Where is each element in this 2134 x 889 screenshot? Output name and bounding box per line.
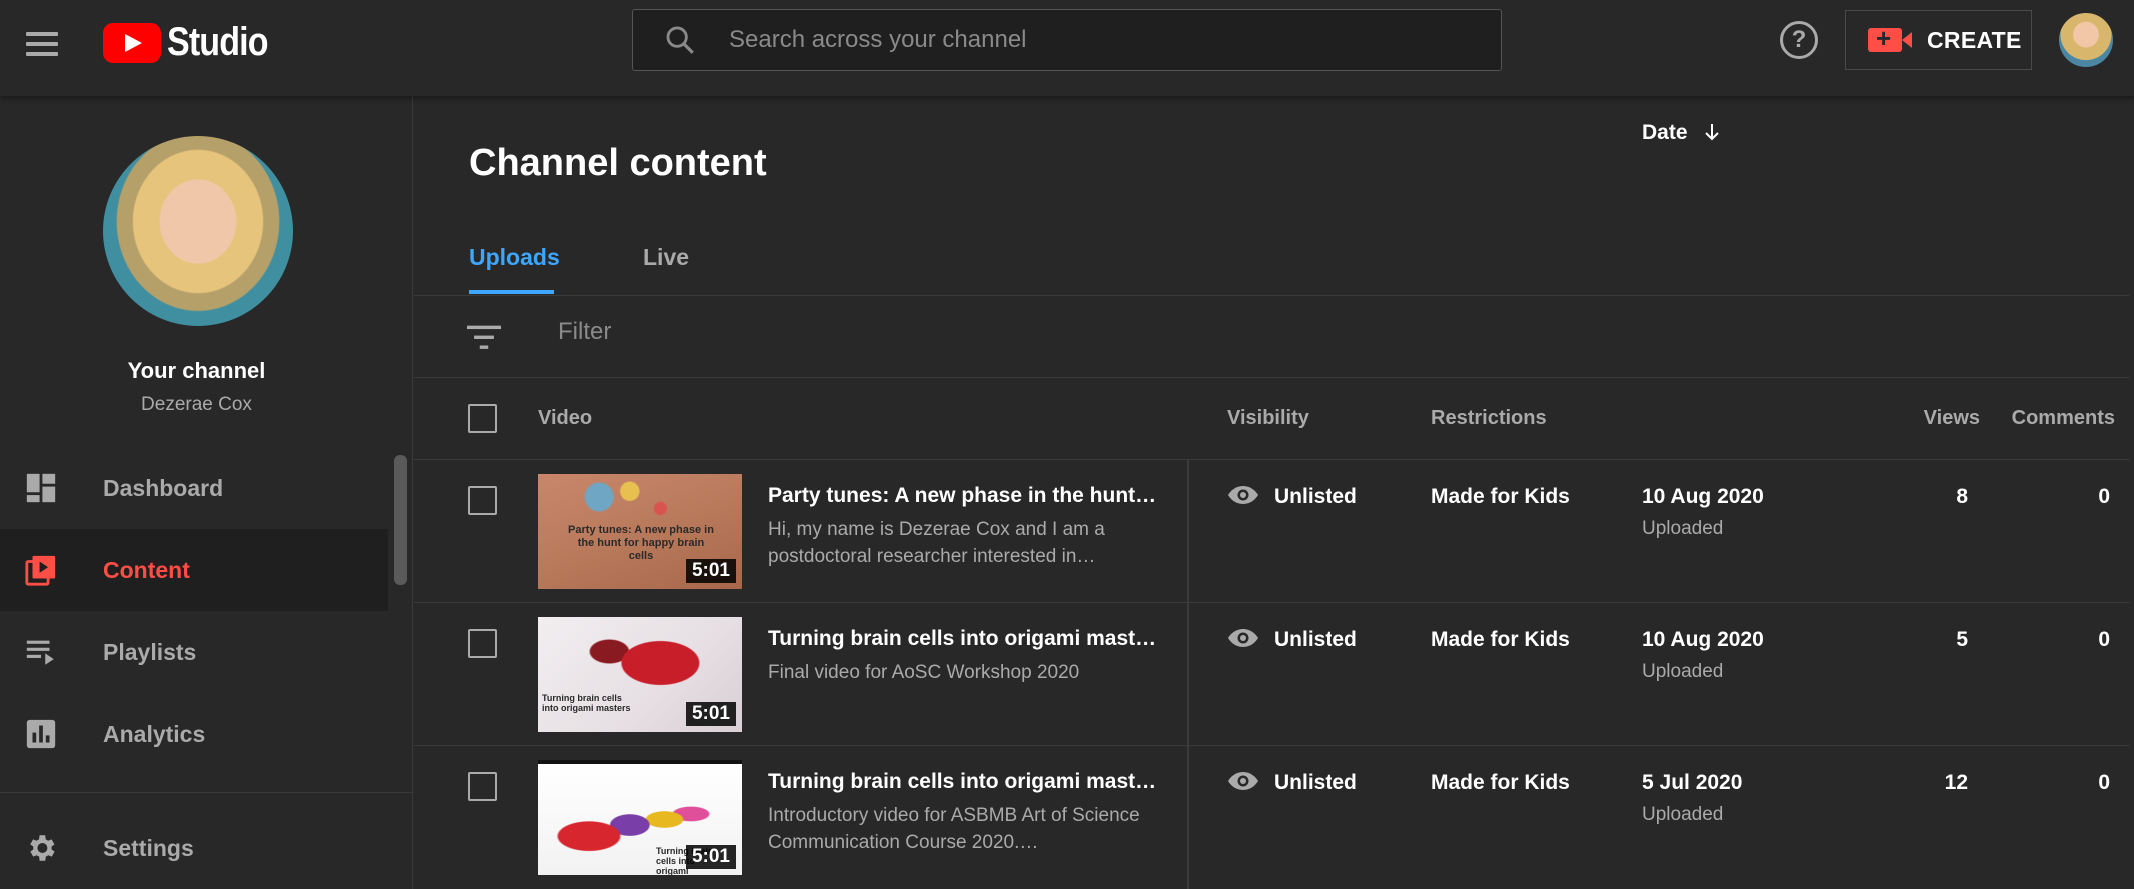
visibility-status[interactable]: Unlisted [1274,628,1357,652]
visibility-status[interactable]: Unlisted [1274,485,1357,509]
create-video-icon [1868,23,1912,54]
video-description: Introductory video for ASBMB Art of Scie… [768,805,1140,853]
sidebar-divider [0,792,413,793]
column-divider [1187,746,1189,889]
search-bar[interactable] [632,9,1502,71]
date-header-label: Date [1642,121,1688,144]
row-checkbox[interactable] [468,772,497,801]
video-description: Final video for AoSC Workshop 2020 [768,662,1080,683]
video-duration: 5:01 [685,559,736,583]
sidebar-item-content[interactable]: Content [0,529,388,611]
logo-text: Studio [167,20,269,64]
video-duration: 5:01 [685,702,736,726]
upload-date: 5 Jul 2020 [1642,771,1743,794]
column-divider [1187,460,1189,603]
video-thumbnail[interactable]: Turning brain cells into origami masters… [538,760,742,875]
table-row[interactable]: Party tunes: A new phase in the hunt for… [414,460,2129,603]
sidebar-item-label: Playlists [103,638,197,665]
analytics-icon [26,719,56,749]
column-header-date[interactable]: Date [1642,121,1720,145]
eye-icon[interactable] [1227,770,1259,792]
youtube-studio-logo[interactable]: Studio [103,20,285,65]
upload-status: Uploaded [1642,804,1724,825]
video-title[interactable]: Party tunes: A new phase in the hunt f..… [768,484,1158,508]
column-divider [1187,603,1189,746]
sidebar-scrollbar[interactable] [394,455,407,585]
eye-icon[interactable] [1227,484,1259,506]
hamburger-menu-icon[interactable] [22,24,62,64]
column-header-restrictions: Restrictions [1431,407,1547,429]
sidebar-item-label: Dashboard [103,474,224,501]
thumbnail-caption: Turning brain cells into origami masters [542,693,631,713]
sidebar-item-settings[interactable]: Settings [0,807,388,889]
video-title[interactable]: Turning brain cells into origami masters [768,627,1158,651]
search-input[interactable] [729,26,1489,54]
dashboard-icon [26,473,56,503]
help-icon[interactable]: ? [1780,21,1818,59]
sidebar-item-label: Analytics [103,720,206,747]
select-all-checkbox[interactable] [468,404,497,433]
restrictions-value: Made for Kids [1431,485,1570,508]
filter-input[interactable] [558,318,1158,346]
divider [414,377,2129,378]
video-thumbnail[interactable]: Party tunes: A new phase in the hunt for… [538,474,742,589]
content-icon [25,555,56,586]
channel-name: Dezerae Cox [141,394,252,415]
table-row[interactable]: Turning brain cells into origami masters… [414,746,2129,889]
video-description: Hi, my name is Dezerae Cox and I am a po… [768,519,1105,567]
column-header-video: Video [538,407,593,429]
create-label: CREATE [1927,26,2022,53]
visibility-status[interactable]: Unlisted [1274,771,1357,795]
account-avatar[interactable] [2059,13,2113,67]
divider [414,295,2129,296]
tab-uploads[interactable]: Uploads [469,244,560,271]
column-header-visibility: Visibility [1227,407,1309,429]
sidebar: Your channel Dezerae Cox Dashboard Conte… [0,96,413,889]
video-duration: 5:01 [685,845,736,869]
create-button[interactable]: CREATE [1845,10,2032,70]
active-tab-indicator [469,290,554,294]
main-content: Channel content Uploads Live Video Visib… [414,96,2134,889]
views-count: 8 [1956,485,1968,508]
eye-icon[interactable] [1227,627,1259,649]
restrictions-value: Made for Kids [1431,771,1570,794]
upload-date: 10 Aug 2020 [1642,628,1764,651]
upload-date: 10 Aug 2020 [1642,485,1764,508]
sidebar-item-analytics[interactable]: Analytics [0,693,388,775]
top-bar: Studio ? CREATE [0,0,2134,96]
table-row[interactable]: Turning brain cells into origami masters… [414,603,2129,746]
upload-status: Uploaded [1642,518,1724,539]
column-header-views: Views [1923,407,1980,429]
comments-count: 0 [2098,628,2110,651]
views-count: 12 [1944,771,1968,794]
thumbnail-caption: Party tunes: A new phase in the hunt for… [568,524,714,562]
column-header-comments: Comments [2011,407,2115,429]
playlists-icon [26,640,54,665]
filter-icon[interactable] [467,324,501,350]
video-title[interactable]: Turning brain cells into origami masters [768,770,1158,794]
youtube-logo-icon [103,22,161,63]
views-count: 5 [1956,628,1968,651]
sort-descending-icon[interactable] [1705,123,1720,141]
sidebar-item-label: Settings [103,834,194,861]
row-checkbox[interactable] [468,629,497,658]
comments-count: 0 [2098,485,2110,508]
video-thumbnail[interactable]: Turning brain cells into origami masters… [538,617,742,732]
comments-count: 0 [2098,771,2110,794]
search-icon[interactable] [663,23,697,57]
sidebar-item-label: Content [103,556,190,583]
sidebar-item-dashboard[interactable]: Dashboard [0,447,388,529]
page-title: Channel content [469,142,767,184]
tab-live[interactable]: Live [643,244,689,271]
row-checkbox[interactable] [468,486,497,515]
upload-status: Uploaded [1642,661,1724,682]
restrictions-value: Made for Kids [1431,628,1570,651]
gear-icon [30,835,55,861]
channel-title: Your channel [127,358,266,383]
sidebar-item-playlists[interactable]: Playlists [0,611,388,693]
channel-avatar[interactable] [103,136,293,326]
